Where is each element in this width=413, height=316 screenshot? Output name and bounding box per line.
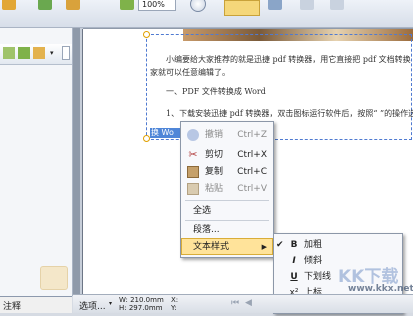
prev-page-icon[interactable]: ◀ (245, 298, 252, 308)
menu-item-label: 复制 (205, 167, 224, 177)
paragraph-line: 家就可以任意编辑了。 (150, 68, 230, 77)
watermark-url: www.kkx.net (348, 284, 413, 294)
tab-annotations[interactable]: 注释 (0, 296, 72, 313)
resize-handle[interactable] (143, 31, 150, 38)
menu-item-select-all[interactable]: 全选 (181, 203, 273, 219)
active-tool-button[interactable] (224, 0, 260, 16)
menu-item-paragraph[interactable]: 段落... (181, 222, 273, 238)
resize-handle[interactable] (143, 135, 150, 142)
thumb-folder-icon[interactable] (33, 47, 45, 59)
menu-item-label: 文本样式 (193, 242, 230, 252)
folder-icon[interactable] (66, 0, 80, 10)
submenu-arrow-icon: ▶ (261, 243, 267, 251)
bold-icon: B (290, 240, 298, 250)
first-page-icon[interactable]: ⏮ (231, 298, 239, 308)
submenu-item-bold[interactable]: ✔ B 加粗 (274, 237, 402, 253)
chevron-down-icon[interactable]: ▾ (109, 300, 112, 307)
zoom-button[interactable] (190, 0, 206, 12)
open-icon[interactable] (2, 0, 16, 10)
copy-icon (187, 166, 199, 178)
panel-dropdown[interactable] (62, 46, 70, 60)
section-heading: 一、PDF 文件转换成 Word (166, 87, 266, 96)
menu-item-label: 撤销 (205, 130, 224, 140)
step-text: 1、下载安装迅捷 pdf 转换器，双击图标运行软件后，按照“ ”的操作选择转 (166, 109, 413, 118)
left-panel-toolbar: ▾ (0, 44, 72, 65)
menu-item-shortcut: Ctrl+C (237, 167, 267, 177)
submenu-item-label: 倾斜 (304, 256, 323, 266)
menu-separator (185, 200, 269, 201)
page-height-label: H: 297.0mm (119, 304, 163, 312)
context-menu: 撤销 Ctrl+Z ✂ 剪切 Ctrl+X 复制 Ctrl+C 粘贴 Ctrl+… (180, 121, 274, 258)
thumb-add-icon[interactable] (3, 47, 15, 59)
forward-icon[interactable] (120, 0, 134, 10)
scissors-icon: ✂ (188, 148, 198, 161)
zoom-input[interactable]: 100% (138, 0, 176, 11)
menu-item-label: 段落... (193, 225, 220, 235)
menu-item-label: 全选 (193, 206, 212, 216)
submenu-item-label: 加粗 (304, 240, 323, 250)
selected-text-label: 换 Wo (151, 128, 174, 137)
page-width-label: W: 210.0mm (119, 296, 164, 304)
undo-icon (187, 129, 199, 141)
menu-item-text-style[interactable]: 文本样式 ▶ (181, 238, 273, 255)
thumb-move-icon[interactable] (18, 47, 30, 59)
menu-separator (185, 220, 269, 221)
tab-annotations-label: 注释 (3, 302, 22, 312)
menu-item-shortcut: Ctrl+Z (237, 130, 267, 140)
watermark-logo: KK下载 www.kkx.net (338, 262, 413, 298)
cursor-y-label: Y: (171, 304, 177, 312)
underline-icon: U (290, 272, 298, 282)
cursor-x-label: X: (171, 296, 179, 304)
menu-item-shortcut: Ctrl+V (237, 184, 267, 194)
menu-item-label: 粘贴 (205, 184, 224, 194)
submenu-item-label: 下划线 (304, 272, 332, 282)
left-panel (0, 28, 73, 296)
tool-icon[interactable] (268, 0, 282, 10)
options-button[interactable]: 选项... (79, 299, 106, 312)
tool-icon-3[interactable] (330, 0, 344, 10)
comment-bubble-icon (40, 266, 68, 290)
menu-item-label: 剪切 (205, 150, 224, 160)
toolbar: 100% (0, 0, 413, 28)
tool-icon-2[interactable] (300, 0, 314, 10)
paste-icon (187, 183, 199, 195)
menu-item-shortcut: Ctrl+X (237, 150, 267, 160)
menu-item-cut[interactable]: ✂ 剪切 Ctrl+X (181, 147, 273, 163)
chevron-down-icon[interactable]: ▾ (50, 49, 54, 57)
paragraph-line: 小编要给大家推荐的就是迅捷 pdf 转换器，用它直接把 pdf 文档转换 (166, 55, 411, 64)
arrow-icon[interactable] (38, 0, 52, 10)
italic-icon: I (292, 256, 296, 266)
menu-item-paste[interactable]: 粘贴 Ctrl+V (181, 181, 273, 197)
menu-item-copy[interactable]: 复制 Ctrl+C (181, 164, 273, 180)
menu-item-undo[interactable]: 撤销 Ctrl+Z (181, 127, 273, 143)
checkmark-icon: ✔ (276, 240, 284, 250)
